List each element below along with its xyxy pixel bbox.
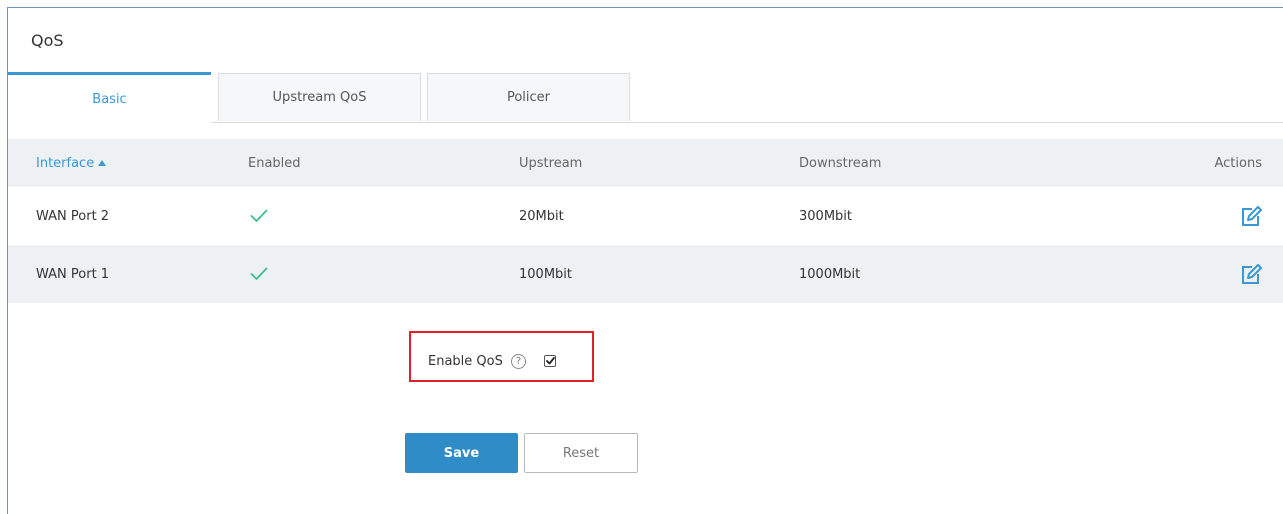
interface-cell: WAN Port 2 [36,208,110,224]
tab-bar: Basic Upstream QoS Policer [8,72,1283,123]
enabled-cell [248,187,268,245]
edit-icon[interactable] [1240,263,1262,285]
help-icon[interactable]: ? [511,354,526,369]
help-icon-glyph: ? [515,356,522,367]
column-header-downstream: Downstream [799,155,882,171]
edit-icon[interactable] [1240,205,1262,227]
check-icon [250,267,268,280]
column-header-actions: Actions [1214,155,1263,171]
column-header-upstream: Upstream [519,155,583,171]
tab-basic[interactable]: Basic [8,72,211,123]
qos-panel: QoS Basic Upstream QoS Policer Interface… [7,7,1283,514]
reset-button[interactable]: Reset [524,433,638,473]
upstream-cell: 20Mbit [519,208,564,224]
table-header-row: Interface Enabled Upstream Downstream Ac… [8,139,1283,187]
actions-cell [1240,245,1262,303]
downstream-cell: 1000Mbit [799,266,861,282]
enabled-cell [248,245,268,303]
upstream-cell: 100Mbit [519,266,572,282]
save-button[interactable]: Save [405,433,518,473]
qos-table: Interface Enabled Upstream Downstream Ac… [8,139,1283,303]
enable-qos-checkbox[interactable] [544,355,556,367]
column-header-enabled: Enabled [248,155,301,171]
actions-cell [1240,187,1262,245]
table-row: WAN Port 2 20Mbit 300Mbit [8,187,1283,245]
sort-ascending-icon [98,160,107,166]
tab-policer[interactable]: Policer [427,73,630,121]
page-title: QoS [31,31,64,50]
enable-qos-label: Enable QoS [428,354,503,369]
column-header-interface-label: Interface [36,155,95,171]
tab-upstream-qos[interactable]: Upstream QoS [218,73,421,121]
checkbox-check-icon [545,357,555,365]
column-header-interface[interactable]: Interface [36,139,107,187]
table-row: WAN Port 1 100Mbit 1000Mbit [8,245,1283,303]
check-icon [250,209,268,222]
downstream-cell: 300Mbit [799,208,852,224]
interface-cell: WAN Port 1 [36,266,110,282]
